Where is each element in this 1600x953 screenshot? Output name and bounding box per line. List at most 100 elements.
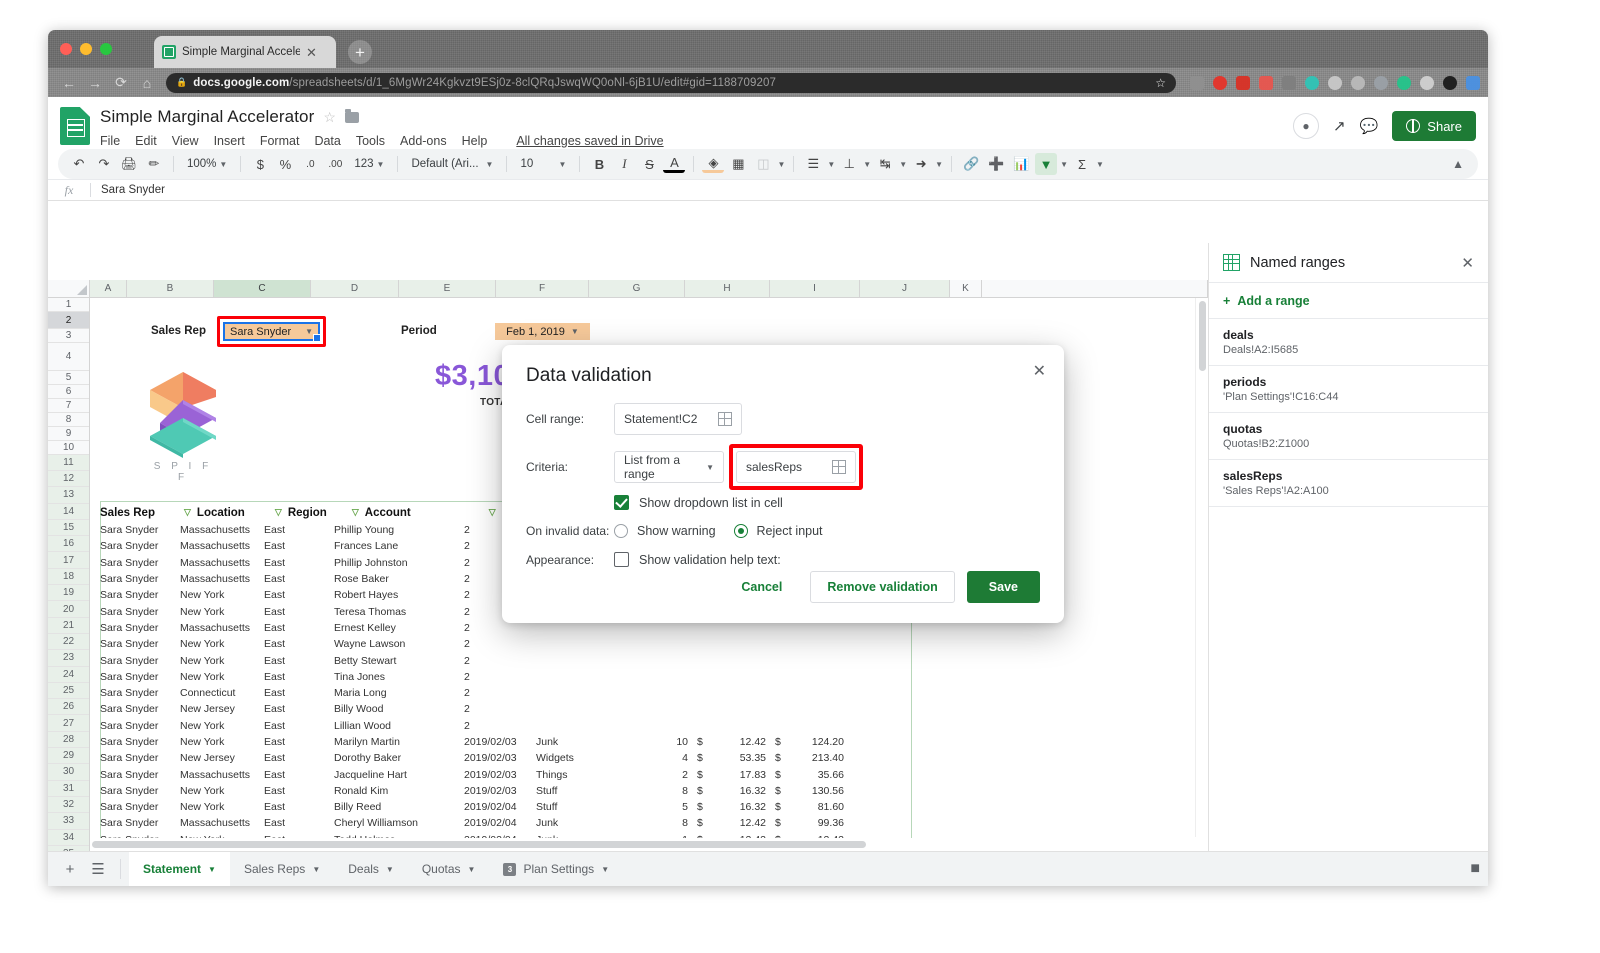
period-dropdown-cell[interactable]: Feb 1, 2019 ▼ bbox=[495, 323, 590, 340]
chevron-down-icon[interactable]: ▼ bbox=[208, 865, 216, 874]
comments-icon[interactable]: 💬 bbox=[1360, 117, 1379, 135]
menu-item-addons[interactable]: Add-ons bbox=[400, 134, 447, 148]
menu-item-tools[interactable]: Tools bbox=[356, 134, 385, 148]
table-row[interactable]: Sara SnyderMassachusettsEastCheryl Willi… bbox=[100, 815, 1208, 831]
all-sheets-button[interactable]: ☰ bbox=[84, 855, 112, 883]
table-row[interactable]: Sara SnyderMassachusettsEastJacqueline H… bbox=[100, 766, 1208, 782]
italic-icon[interactable]: I bbox=[613, 153, 635, 175]
insert-chart-icon[interactable]: 📊 bbox=[1010, 153, 1032, 175]
bookmark-star-icon[interactable]: ☆ bbox=[1155, 76, 1166, 90]
row-header-12[interactable]: 12 bbox=[48, 471, 89, 487]
column-header-g[interactable]: G bbox=[589, 280, 685, 297]
column-header-i[interactable]: I bbox=[770, 280, 860, 297]
browser-tab[interactable]: Simple Marginal Accelerator - ✕ bbox=[154, 36, 336, 68]
row-header-18[interactable]: 18 bbox=[48, 569, 89, 585]
show-dropdown-checkbox[interactable] bbox=[614, 495, 629, 510]
table-row[interactable]: Sara SnyderNew JerseyEastBilly Wood2 bbox=[100, 701, 1208, 717]
row-header-4[interactable]: 4 bbox=[48, 343, 89, 371]
row-header-3[interactable]: 3 bbox=[48, 329, 89, 343]
chevron-down-icon[interactable]: ▼ bbox=[305, 327, 313, 336]
redo-icon[interactable]: ↷ bbox=[93, 153, 115, 175]
increase-decimal-icon[interactable]: .00 bbox=[324, 153, 346, 175]
back-icon[interactable]: ← bbox=[56, 72, 82, 94]
row-header-32[interactable]: 32 bbox=[48, 797, 89, 813]
zoom-selector[interactable]: 100%▼ bbox=[182, 153, 232, 175]
horizontal-scroll-thumb[interactable] bbox=[92, 841, 866, 848]
named-range-item[interactable]: periods'Plan Settings'!C16:C44 bbox=[1209, 366, 1488, 413]
row-header-31[interactable]: 31 bbox=[48, 781, 89, 797]
row-header-15[interactable]: 15 bbox=[48, 520, 89, 536]
percent-format-icon[interactable]: % bbox=[274, 153, 296, 175]
sheet-tab-statement[interactable]: Statement▼ bbox=[129, 852, 230, 887]
table-row[interactable]: Sara SnyderNew YorkEastMarilyn Martin201… bbox=[100, 734, 1208, 750]
menu-item-help[interactable]: Help bbox=[462, 134, 488, 148]
decrease-decimal-icon[interactable]: .0 bbox=[299, 153, 321, 175]
maximize-window-button[interactable] bbox=[100, 43, 112, 55]
merge-cells-caret-icon[interactable]: ▼ bbox=[777, 160, 785, 169]
row-header-16[interactable]: 16 bbox=[48, 536, 89, 552]
row-header-7[interactable]: 7 bbox=[48, 399, 89, 413]
row-header-22[interactable]: 22 bbox=[48, 634, 89, 650]
row-header-33[interactable]: 33 bbox=[48, 813, 89, 829]
horizontal-scrollbar[interactable] bbox=[90, 838, 1195, 851]
extension-icon-mixmax[interactable] bbox=[1305, 76, 1319, 90]
undo-icon[interactable]: ↶ bbox=[68, 153, 90, 175]
grid-picker-icon[interactable] bbox=[832, 460, 846, 474]
column-header-h[interactable]: H bbox=[685, 280, 770, 297]
window-controls[interactable] bbox=[60, 43, 112, 55]
chevron-down-icon[interactable]: ▼ bbox=[468, 865, 476, 874]
cell-range-input[interactable]: Statement!C2 bbox=[614, 403, 742, 435]
row-header-6[interactable]: 6 bbox=[48, 385, 89, 399]
insert-comment-icon[interactable]: ➕ bbox=[985, 153, 1007, 175]
row-header-2[interactable]: 2 bbox=[48, 312, 89, 329]
extension-icon-health[interactable] bbox=[1259, 76, 1273, 90]
page-title[interactable]: Simple Marginal Accelerator bbox=[100, 107, 314, 127]
reject-input-radio[interactable] bbox=[734, 524, 748, 538]
filter-icon[interactable]: ▽ bbox=[275, 507, 282, 518]
filter-icon[interactable]: ▽ bbox=[489, 507, 496, 518]
vertical-align-icon[interactable]: ⊥ bbox=[838, 153, 860, 175]
filter-icon[interactable]: ▼ bbox=[1035, 153, 1057, 175]
column-header-c[interactable]: C bbox=[214, 280, 311, 297]
text-wrap-icon[interactable]: ↹ bbox=[874, 153, 896, 175]
share-button[interactable]: Share bbox=[1392, 111, 1476, 141]
bold-icon[interactable]: B bbox=[588, 153, 610, 175]
menu-item-data[interactable]: Data bbox=[314, 134, 340, 148]
grid-picker-icon[interactable] bbox=[718, 412, 732, 426]
menu-item-edit[interactable]: Edit bbox=[135, 134, 157, 148]
font-size-selector[interactable]: 10▼ bbox=[515, 153, 571, 175]
row-header-9[interactable]: 9 bbox=[48, 427, 89, 441]
font-family-selector[interactable]: Default (Ari...▼ bbox=[406, 153, 498, 175]
close-icon[interactable]: ✕ bbox=[1461, 254, 1474, 272]
formula-bar-input[interactable]: Sara Snyder bbox=[91, 184, 165, 196]
explore-icon[interactable]: ■ bbox=[1470, 860, 1480, 878]
vertical-align-caret-icon[interactable]: ▼ bbox=[863, 160, 871, 169]
strikethrough-icon[interactable]: S bbox=[638, 153, 660, 175]
sheet-tab-deals[interactable]: Deals▼ bbox=[334, 852, 408, 887]
extension-icon-hubspot[interactable] bbox=[1282, 76, 1296, 90]
address-bar[interactable]: 🔒 docs.google.com/spreadsheets/d/1_6MgWr… bbox=[166, 73, 1176, 93]
table-row[interactable]: Sara SnyderNew YorkEastBetty Stewart2 bbox=[100, 652, 1208, 668]
text-rotation-icon[interactable]: ➜ bbox=[910, 153, 932, 175]
horizontal-align-caret-icon[interactable]: ▼ bbox=[827, 160, 835, 169]
row-header-34[interactable]: 34 bbox=[48, 830, 89, 846]
select-all-corner[interactable] bbox=[48, 280, 90, 297]
row-header-25[interactable]: 25 bbox=[48, 683, 89, 699]
column-header-a[interactable]: A bbox=[90, 280, 127, 297]
number-format-selector[interactable]: 123▼ bbox=[349, 153, 389, 175]
fill-color-icon[interactable]: ◈ bbox=[702, 155, 724, 173]
add-sheet-button[interactable]: + bbox=[56, 855, 84, 883]
show-warning-radio[interactable] bbox=[614, 524, 628, 538]
insert-link-icon[interactable]: 🔗 bbox=[960, 153, 982, 175]
filter-icon[interactable]: ▽ bbox=[184, 507, 191, 518]
row-header-30[interactable]: 30 bbox=[48, 764, 89, 780]
column-header-j[interactable]: J bbox=[860, 280, 950, 297]
save-button[interactable]: Save bbox=[967, 571, 1040, 603]
sheet-tab-quotas[interactable]: Quotas▼ bbox=[408, 852, 490, 887]
reload-icon[interactable]: ⟳ bbox=[108, 72, 134, 94]
paint-format-icon[interactable]: ✏ bbox=[143, 153, 165, 175]
column-header-e[interactable]: E bbox=[399, 280, 496, 297]
print-icon[interactable]: 🖨 bbox=[118, 153, 140, 175]
folder-icon[interactable] bbox=[345, 112, 359, 123]
close-window-button[interactable] bbox=[60, 43, 72, 55]
